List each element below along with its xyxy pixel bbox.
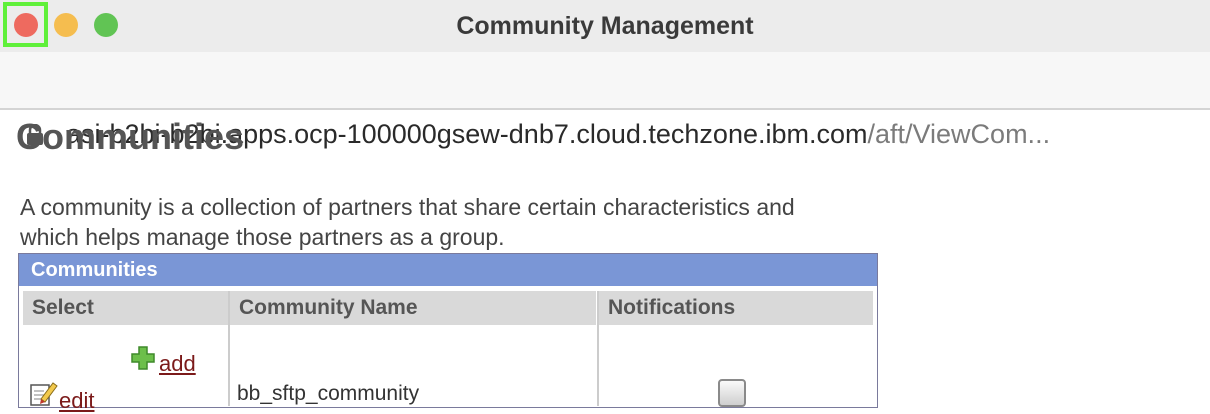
page-description: A community is a collection of partners … xyxy=(20,194,795,250)
window-title: Community Management xyxy=(456,12,754,40)
add-plus-icon[interactable] xyxy=(131,346,155,370)
column-header-community-name: Community Name xyxy=(230,291,596,325)
window-titlebar: Community Management xyxy=(0,0,1210,52)
column-divider xyxy=(228,291,230,406)
column-header-notifications: Notifications xyxy=(599,291,873,325)
table-caption: Communities xyxy=(19,254,877,286)
page-title: Communities xyxy=(16,116,245,157)
column-divider xyxy=(597,291,599,406)
edit-pencil-icon[interactable] xyxy=(29,379,59,409)
add-community-link[interactable]: add xyxy=(159,351,196,377)
communities-table: Communities Select Community Name Notifi… xyxy=(18,253,878,413)
edit-community-link[interactable]: edit xyxy=(59,388,94,414)
community-name-cell: bb_sftp_community xyxy=(237,382,420,405)
column-header-select: Select xyxy=(23,291,228,325)
page-content: Communities A community is a collection … xyxy=(0,110,1210,413)
notifications-checkbox[interactable] xyxy=(718,379,746,407)
address-bar[interactable]: asi-b2bi-b2bi.apps.ocp-100000gsew-dnb7.c… xyxy=(0,52,1210,149)
